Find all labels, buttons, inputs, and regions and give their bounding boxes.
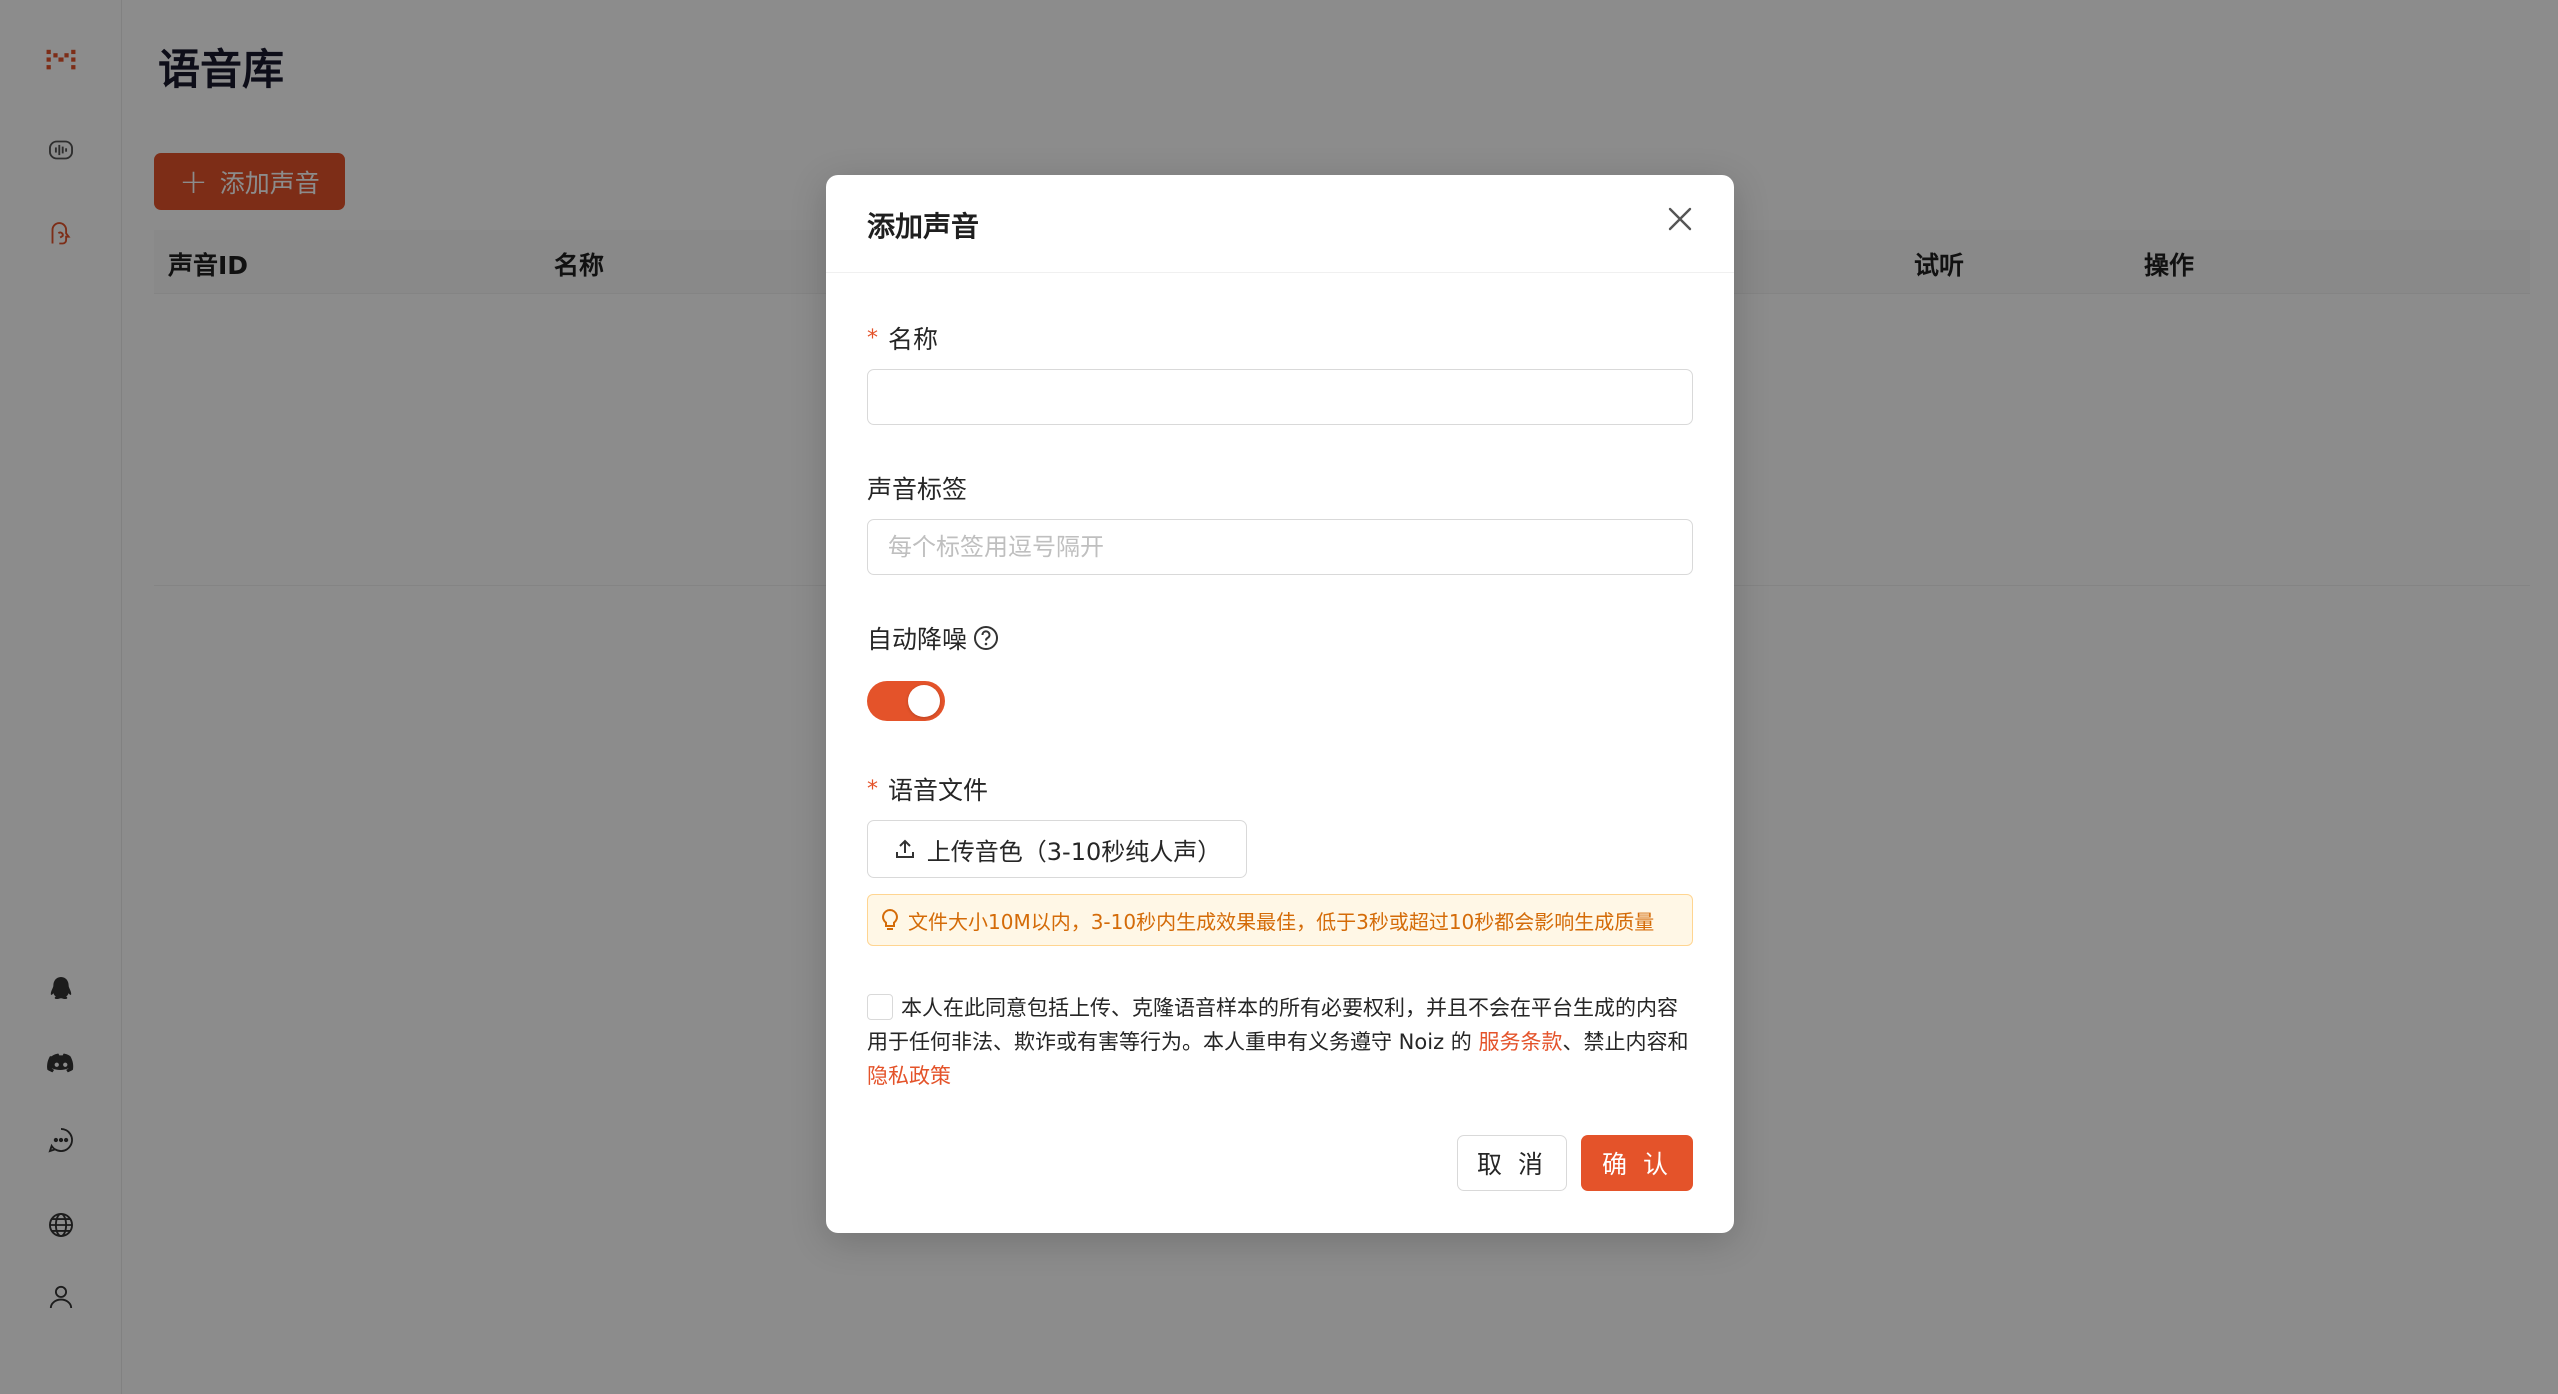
required-mark: * xyxy=(867,325,878,351)
close-icon xyxy=(1668,207,1692,231)
bulb-icon xyxy=(882,908,898,930)
upload-button[interactable]: 上传音色（3-10秒纯人声） xyxy=(867,820,1247,878)
file-tip-alert: 文件大小10M以内，3-10秒内生成效果最佳，低于3秒或超过10秒都会影响生成质… xyxy=(867,894,1693,946)
add-voice-dialog: 添加声音 * 名称 声音标签 自动降噪 * 语音文件 上传音色（3-10 xyxy=(826,175,1734,1233)
tags-input[interactable] xyxy=(867,519,1693,575)
agree-checkbox[interactable] xyxy=(867,994,893,1020)
file-label-text: 语音文件 xyxy=(888,776,989,805)
upload-icon xyxy=(895,839,914,858)
name-input[interactable] xyxy=(867,369,1693,425)
confirm-button[interactable]: 确 认 xyxy=(1581,1135,1693,1191)
name-label: * 名称 xyxy=(867,320,938,356)
file-tip-text: 文件大小10M以内，3-10秒内生成效果最佳，低于3秒或超过10秒都会影响生成质… xyxy=(908,909,1655,934)
terms-link[interactable]: 服务条款 xyxy=(1478,1030,1562,1054)
tags-label: 声音标签 xyxy=(867,475,968,504)
agreement-mid-text: 、禁止内容和 xyxy=(1562,1030,1689,1054)
denoise-toggle[interactable] xyxy=(867,681,945,721)
name-label-text: 名称 xyxy=(888,325,939,354)
required-mark: * xyxy=(867,776,878,802)
denoise-label-text: 自动降噪 xyxy=(867,625,968,654)
dialog-title: 添加声音 xyxy=(867,210,980,243)
toggle-knob xyxy=(908,685,940,717)
dialog-header: 添加声音 xyxy=(826,175,1734,273)
agreement: 本人在此同意包括上传、克隆语音样本的所有必要权利，并且不会在平台生成的内容用于任… xyxy=(867,991,1697,1093)
help-icon[interactable] xyxy=(973,625,999,651)
privacy-link[interactable]: 隐私政策 xyxy=(867,1064,951,1088)
cancel-button[interactable]: 取 消 xyxy=(1457,1135,1567,1191)
file-label: * 语音文件 xyxy=(867,771,988,807)
close-button[interactable] xyxy=(1664,203,1696,235)
denoise-label: 自动降噪 xyxy=(867,620,999,656)
upload-label: 上传音色（3-10秒纯人声） xyxy=(926,837,1222,866)
